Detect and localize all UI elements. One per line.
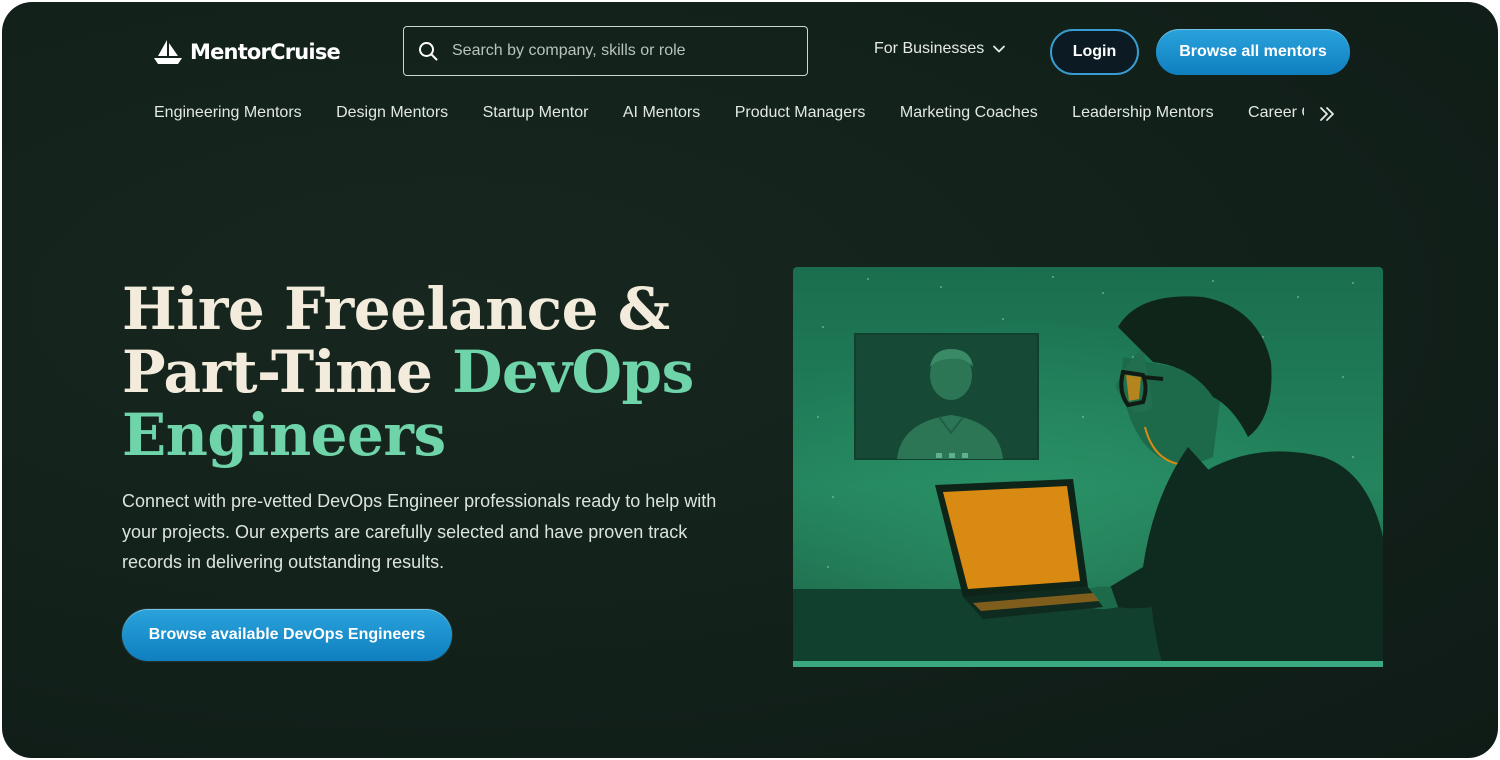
hero-title-line1: Hire Freelance &: [122, 275, 670, 343]
double-chevron-right-icon[interactable]: [1318, 105, 1336, 123]
category-nav: Engineering Mentors Design Mentors Start…: [154, 104, 1304, 126]
hero-description: Connect with pre-vetted DevOps Engineer …: [122, 491, 717, 572]
search-icon: [419, 42, 438, 61]
hero-title: Hire Freelance & Part-Time DevOps Engine…: [122, 278, 762, 467]
login-button[interactable]: Login: [1050, 29, 1139, 75]
category-leadership-mentors[interactable]: Leadership Mentors: [1072, 104, 1213, 122]
browse-all-mentors-button[interactable]: Browse all mentors: [1156, 29, 1350, 75]
category-design-mentors[interactable]: Design Mentors: [336, 104, 448, 122]
category-startup-mentor[interactable]: Startup Mentor: [483, 104, 589, 122]
hero-title-accent-engineers: Engineers: [122, 401, 446, 469]
chevron-down-icon: [993, 45, 1006, 53]
category-product-managers[interactable]: Product Managers: [735, 104, 866, 122]
search-box[interactable]: [403, 26, 808, 76]
browse-devops-engineers-button[interactable]: Browse available DevOps Engineers: [122, 609, 452, 661]
category-marketing-coaches[interactable]: Marketing Coaches: [900, 104, 1038, 122]
hero-title-line2: Part-Time: [122, 338, 453, 406]
logo-text: MentorCruise: [190, 40, 341, 64]
bottom-bar: [793, 661, 1383, 667]
hero-illustration: [793, 267, 1383, 667]
sailboat-icon: [154, 40, 182, 64]
category-engineering-mentors[interactable]: Engineering Mentors: [154, 104, 302, 122]
page: MentorCruise For Businesses Login Browse…: [2, 2, 1498, 758]
hero-title-accent-devops: DevOps: [452, 338, 694, 406]
logo[interactable]: MentorCruise: [152, 38, 341, 66]
search-input[interactable]: [452, 42, 772, 60]
for-businesses-label: For Businesses: [874, 40, 985, 57]
video-call-window: [854, 333, 1039, 460]
for-businesses-dropdown[interactable]: For Businesses: [874, 40, 1006, 58]
category-ai-mentors[interactable]: AI Mentors: [623, 104, 700, 122]
category-career-coaches[interactable]: Career Coaches: [1248, 104, 1304, 122]
